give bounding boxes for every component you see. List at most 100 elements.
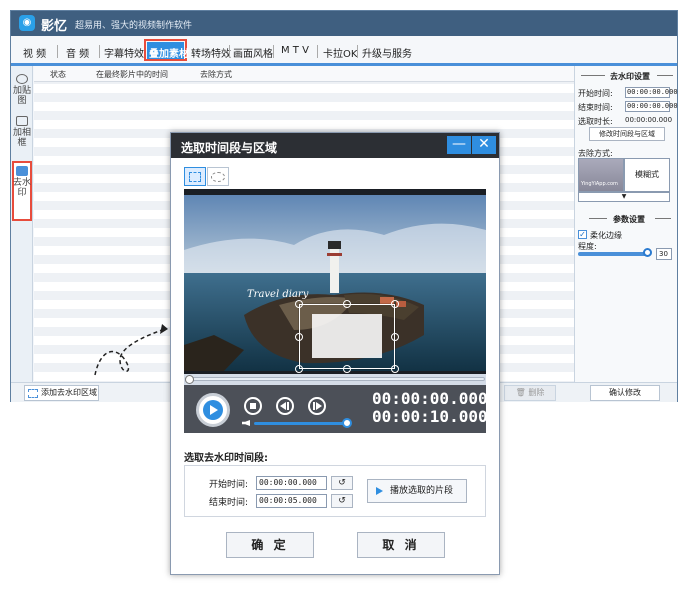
video-overlay-text: Travel diary [247, 289, 309, 300]
menu-picture-style[interactable]: 画面风格 [233, 45, 273, 60]
resize-handle[interactable] [295, 300, 303, 308]
current-time: 00:00:00.000 [372, 389, 488, 408]
divider [589, 218, 607, 219]
ellipse-select-icon [211, 172, 225, 182]
total-time: 00:00:10.000 [372, 407, 488, 426]
segment-end-field[interactable]: 00:00:05.000 [256, 494, 327, 508]
method-dropdown[interactable]: ▼ [578, 192, 670, 202]
sidebar-item-remove-watermark[interactable]: 去水印 [13, 166, 31, 198]
volume-slider-track[interactable] [254, 422, 348, 425]
play-icon [203, 400, 223, 420]
play-segment-button[interactable]: 播放选取的片段 [367, 479, 467, 503]
close-button[interactable]: ✕ [472, 136, 496, 154]
resize-handle[interactable] [295, 365, 303, 373]
previous-icon [280, 402, 286, 410]
degree-label: 程度: [578, 242, 597, 251]
frame-icon [16, 116, 28, 126]
resize-handle[interactable] [391, 300, 399, 308]
app-name: 影忆 [41, 19, 68, 34]
menu-video[interactable]: 视 频 [23, 45, 46, 60]
segment-start-field[interactable]: 00:00:00.000 [256, 476, 327, 490]
column-method[interactable]: 去除方式 [200, 69, 232, 80]
app-slogan: 超易用、强大的视频制作软件 [75, 21, 193, 31]
menu-subtitle-effects[interactable]: 字幕特效 [104, 45, 144, 60]
degree-slider-knob[interactable] [643, 248, 652, 257]
dialog-title-bar[interactable]: 选取时间段与区域 — ✕ [171, 133, 499, 158]
selection-box[interactable] [299, 304, 395, 369]
column-status[interactable]: 状态 [50, 69, 66, 80]
minimize-button[interactable]: — [447, 136, 471, 154]
menu-separator [317, 45, 318, 58]
cancel-button[interactable]: 取 消 [357, 532, 445, 558]
resize-handle[interactable] [391, 365, 399, 373]
menu-separator [57, 45, 58, 58]
menu-audio[interactable]: 音 频 [66, 45, 89, 60]
ellipse-select-tool[interactable] [207, 167, 229, 186]
column-time[interactable]: 在最终影片中的时间 [96, 69, 168, 80]
ok-button[interactable]: 确 定 [226, 532, 314, 558]
menu-bar: 视 频 音 频 字幕特效 叠加素材 转场特效 画面风格 M T V 卡拉OK 升… [11, 36, 677, 66]
segment-title: 选取去水印时间段: [184, 453, 268, 464]
volume-slider-knob[interactable] [342, 418, 352, 428]
dialog-title: 选取时间段与区域 [181, 141, 278, 155]
divider [657, 75, 673, 76]
start-time-label: 开始时间: [578, 89, 613, 98]
menu-separator [229, 45, 230, 58]
sidebar-item-sticker[interactable]: 加贴图 [13, 74, 31, 106]
sidebar-item-label: 加相框 [13, 128, 32, 148]
volume-icon[interactable] [242, 420, 250, 426]
add-watermark-region-button[interactable]: 添加去水印区域 [24, 385, 99, 401]
progress-knob[interactable] [185, 375, 194, 384]
divider [581, 75, 605, 76]
next-icon [316, 402, 322, 410]
rect-select-icon [189, 172, 201, 182]
sidebar-item-frame[interactable]: 加相框 [13, 116, 31, 148]
hint-arrow-icon [94, 324, 168, 376]
menu-mtv[interactable]: M T V [281, 45, 309, 56]
menu-overlay-material[interactable]: 叠加素材 [149, 45, 189, 60]
add-region-icon [28, 389, 38, 398]
segment-box: 开始时间: 00:00:00.000 ↺ 结束时间: 00:00:05.000 … [184, 465, 486, 517]
menu-karaoke[interactable]: 卡拉OK [323, 45, 357, 60]
play-button[interactable] [196, 393, 230, 427]
divider [655, 218, 671, 219]
progress-track [185, 377, 485, 381]
reset-start-button[interactable]: ↺ [331, 476, 353, 490]
player-controls: 00:00:00.000 00:00:10.000 [184, 385, 488, 433]
video-preview[interactable]: Travel diary [184, 189, 486, 375]
resize-handle[interactable] [391, 333, 399, 341]
previous-frame-button[interactable] [276, 397, 294, 415]
app-logo-icon: ◉ [19, 15, 35, 31]
resize-handle[interactable] [295, 333, 303, 341]
delete-button[interactable]: 🗑 删除 [504, 385, 556, 401]
sticker-icon [16, 74, 28, 84]
sidebar: 加贴图 加相框 去水印 [11, 66, 33, 382]
soften-edge-checkbox[interactable]: ✓ [578, 230, 587, 239]
method-value[interactable]: 模糊式 [624, 158, 670, 192]
stop-button[interactable] [244, 397, 262, 415]
edit-time-region-button[interactable]: 修改时间段与区域 [589, 127, 665, 141]
start-time-field[interactable]: 00:00:00.000 [625, 87, 678, 98]
reset-end-button[interactable]: ↺ [331, 494, 353, 508]
menu-upgrade[interactable]: 升级与服务 [362, 45, 412, 60]
stop-icon [250, 403, 256, 409]
settings-title: 去水印设置 [610, 72, 650, 81]
params-title: 参数设置 [613, 215, 645, 224]
rect-select-tool[interactable] [184, 167, 206, 186]
title-bar: ◉ 影忆 超易用、强大的视频制作软件 [11, 11, 677, 36]
menu-separator [273, 45, 274, 58]
degree-slider-track[interactable] [578, 252, 647, 256]
resize-handle[interactable] [343, 300, 351, 308]
confirm-changes-button[interactable]: 确认修改 [590, 385, 660, 401]
degree-input[interactable]: 30 [656, 248, 672, 260]
menu-transitions[interactable]: 转场特效 [191, 45, 231, 60]
resize-handle[interactable] [343, 365, 351, 373]
next-frame-button[interactable] [308, 397, 326, 415]
method-thumbnail: YingYiApp.com [578, 158, 624, 192]
selection-tools [184, 167, 229, 186]
select-time-region-dialog: 选取时间段与区域 — ✕ Travel diary 00:00:00.000 0… [170, 132, 500, 575]
playback-progress[interactable] [184, 374, 486, 385]
end-time-field[interactable]: 00:00:00.000 [625, 101, 678, 112]
duration-label: 选取时长: [578, 117, 613, 126]
menu-separator [99, 45, 100, 58]
